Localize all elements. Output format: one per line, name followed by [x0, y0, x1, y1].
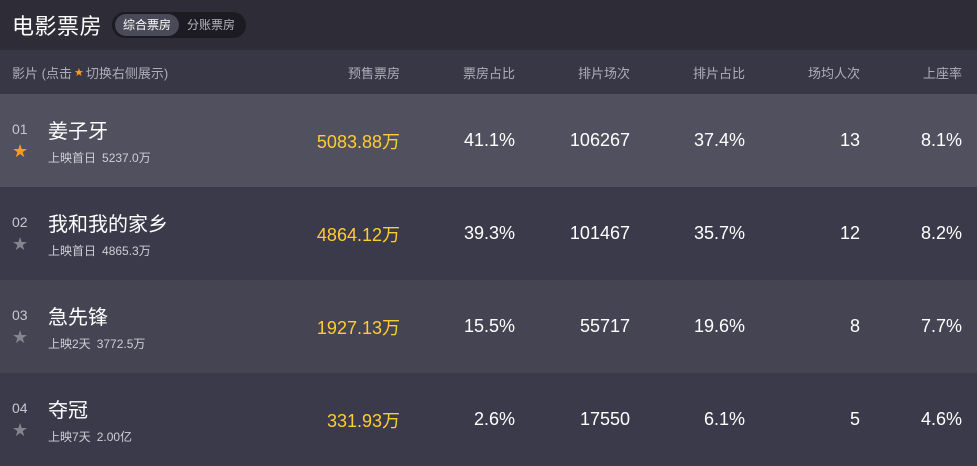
- rank-number: 03: [12, 307, 28, 323]
- avg-people-value: 8: [849, 316, 860, 336]
- table-header: 影片 (点击 ★ 切换右侧展示) 预售票房 票房占比 排片场次 排片占比 场均人…: [0, 50, 977, 94]
- presale-value: 1927.13万: [316, 317, 400, 338]
- table-body: 01 ★ 姜子牙 上映首日 5237.0万 5083.88万 41.1% 1062…: [0, 94, 977, 466]
- film-cell: 03 ★ 急先锋 上映2天 3772.5万: [0, 301, 300, 352]
- star-icon[interactable]: ★: [12, 421, 28, 439]
- header: 电影票房 综合票房 分账票房: [0, 0, 977, 50]
- film-release-info: 上映首日 5237.0万: [48, 149, 151, 166]
- box-share-value: 41.1%: [463, 130, 515, 150]
- presale-value: 331.93万: [326, 410, 400, 431]
- box-office-tabs: 综合票房 分账票房: [112, 12, 247, 38]
- rank-number: 01: [12, 121, 28, 137]
- star-icon[interactable]: ★: [12, 142, 28, 160]
- column-show-share: 排片占比: [692, 65, 745, 81]
- show-share-value: 37.4%: [693, 130, 745, 150]
- star-icon[interactable]: ★: [12, 328, 28, 346]
- film-release-info: 上映2天 3772.5万: [48, 335, 145, 352]
- column-film[interactable]: 影片 (点击 ★ 切换右侧展示): [0, 63, 300, 82]
- box-share-value: 2.6%: [473, 409, 515, 429]
- total-box-office: 4865.3万: [102, 244, 151, 258]
- presale-value: 4864.12万: [316, 224, 400, 245]
- total-box-office: 3772.5万: [96, 337, 146, 351]
- film-release-info: 上映首日 4865.3万: [48, 242, 168, 259]
- film-name[interactable]: 我和我的家乡: [48, 208, 168, 237]
- film-name[interactable]: 姜子牙: [48, 115, 151, 144]
- shows-value: 106267: [569, 130, 630, 150]
- rank-number: 04: [12, 400, 28, 416]
- box-share-value: 15.5%: [463, 316, 515, 336]
- tab-split-box-office[interactable]: 分账票房: [179, 14, 243, 36]
- star-icon: ★: [73, 66, 84, 79]
- release-days: 上映首日: [48, 151, 97, 165]
- release-days: 上映2天: [48, 337, 91, 351]
- show-share-value: 19.6%: [693, 316, 745, 336]
- column-box-share: 票房占比: [462, 65, 515, 81]
- table-row[interactable]: 03 ★ 急先锋 上映2天 3772.5万 1927.13万 15.5% 5571…: [0, 280, 977, 373]
- page-title: 电影票房: [12, 14, 103, 39]
- release-days: 上映首日: [48, 244, 97, 258]
- column-avg-people: 场均人次: [807, 65, 860, 81]
- total-box-office: 2.00亿: [96, 430, 133, 444]
- avg-people-value: 12: [839, 223, 860, 243]
- rank-number: 02: [12, 214, 28, 230]
- shows-value: 17550: [579, 409, 630, 429]
- avg-people-value: 5: [849, 409, 860, 429]
- film-name[interactable]: 夺冠: [48, 394, 132, 423]
- column-shows: 排片场次: [577, 65, 630, 81]
- film-cell: 04 ★ 夺冠 上映7天 2.00亿: [0, 394, 300, 445]
- film-release-info: 上映7天 2.00亿: [48, 428, 132, 445]
- shows-value: 55717: [579, 316, 630, 336]
- film-cell: 01 ★ 姜子牙 上映首日 5237.0万: [0, 115, 300, 166]
- star-icon[interactable]: ★: [12, 235, 28, 253]
- table-row[interactable]: 01 ★ 姜子牙 上映首日 5237.0万 5083.88万 41.1% 1062…: [0, 94, 977, 187]
- avg-people-value: 13: [839, 130, 860, 150]
- tab-combined-box-office[interactable]: 综合票房: [115, 14, 180, 36]
- column-presale: 预售票房: [347, 65, 400, 81]
- column-occupancy: 上座率: [922, 65, 962, 81]
- occupancy-value: 7.7%: [920, 316, 962, 336]
- table-row[interactable]: 04 ★ 夺冠 上映7天 2.00亿 331.93万 2.6% 17550 6.1…: [0, 373, 977, 466]
- occupancy-value: 8.2%: [920, 223, 962, 243]
- show-share-value: 35.7%: [693, 223, 745, 243]
- occupancy-value: 4.6%: [920, 409, 962, 429]
- film-cell: 02 ★ 我和我的家乡 上映首日 4865.3万: [0, 208, 300, 259]
- presale-value: 5083.88万: [316, 131, 400, 152]
- occupancy-value: 8.1%: [920, 130, 962, 150]
- table-row[interactable]: 02 ★ 我和我的家乡 上映首日 4865.3万 4864.12万 39.3% 1…: [0, 187, 977, 280]
- total-box-office: 5237.0万: [102, 151, 151, 165]
- release-days: 上映7天: [48, 430, 91, 444]
- box-share-value: 39.3%: [463, 223, 515, 243]
- shows-value: 101467: [569, 223, 630, 243]
- show-share-value: 6.1%: [703, 409, 745, 429]
- film-name[interactable]: 急先锋: [48, 301, 145, 330]
